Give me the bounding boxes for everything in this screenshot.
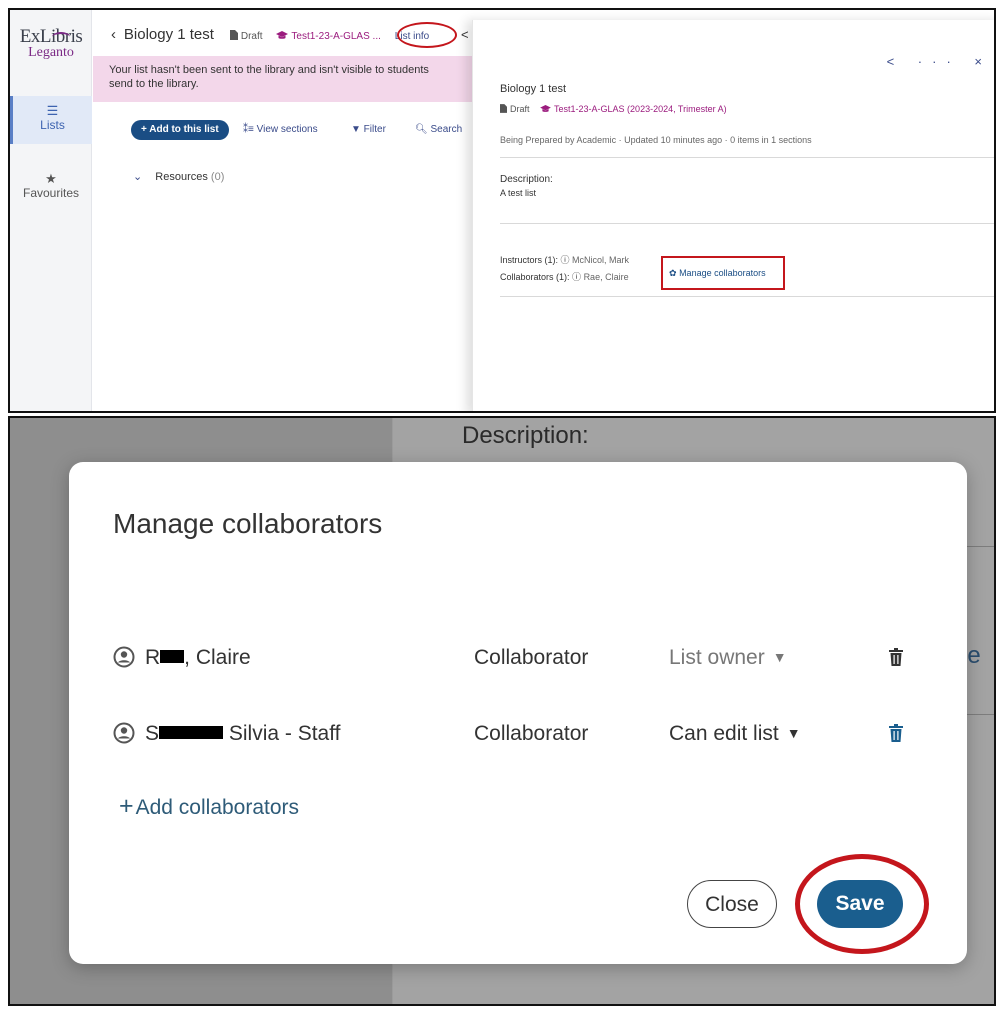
- instructors-label: Instructors (1):: [500, 255, 559, 265]
- list-info-panel: < ··· × Biology 1 test Draft Test1-23-A-…: [472, 20, 994, 411]
- caret-down-icon: ▼: [772, 649, 787, 665]
- caret-down-icon: ▼: [786, 725, 801, 741]
- sidebar-item-favourites[interactable]: ★ Favourites: [10, 166, 92, 214]
- sidebar: ExLibris Leganto ☰ Lists ★ Favourites: [10, 10, 92, 411]
- collaborator-row: R , Claire Collaborator List owner ▼: [113, 642, 933, 678]
- list-icon: ☰: [46, 103, 59, 118]
- search-button[interactable]: 🔍︎ Search: [415, 124, 462, 135]
- star-icon: ★: [45, 171, 57, 186]
- collaborator-role: Collaborator: [474, 722, 589, 745]
- section-count: (0): [210, 171, 225, 183]
- trash-icon: [889, 648, 903, 666]
- not-sent-banner: Your list hasn't been sent to the librar…: [93, 56, 478, 102]
- view-sections-button[interactable]: ⁑≡ View sections: [243, 124, 318, 135]
- course-link[interactable]: Test1-23-A-GLAS ...: [276, 31, 381, 42]
- collaborator-name: Rae, Claire: [583, 272, 629, 282]
- add-collaborators-button[interactable]: +Add collaborators: [119, 792, 299, 821]
- divider: [500, 157, 994, 158]
- name-prefix: R: [145, 646, 161, 669]
- annotation-circle-list-info: [397, 22, 457, 48]
- person-icon: [113, 722, 135, 744]
- status-badge: Draft: [229, 30, 263, 42]
- info-course-text: Test1-23-A-GLAS (2023-2024, Trimester A): [554, 104, 727, 114]
- background-description-label: Description:: [462, 422, 589, 449]
- sidebar-item-label: Lists: [40, 118, 65, 132]
- manage-collaborators-screen: Description: ge c Manage collaborators R…: [8, 416, 996, 1006]
- panel-actions[interactable]: < ··· ×: [887, 54, 992, 69]
- permission-value: List owner: [669, 646, 765, 669]
- manage-collaborators-link[interactable]: ✿ Manage collaborators: [661, 256, 785, 290]
- add-collaborators-label: Add collaborators: [135, 796, 300, 819]
- annotation-circle-save: [795, 854, 929, 954]
- list-title: Biology 1 test: [123, 26, 214, 43]
- graduation-cap-icon: [540, 105, 551, 112]
- person-icon: ⓘ: [572, 272, 584, 282]
- graduation-cap-icon: [276, 31, 289, 39]
- collaborator-name: R , Claire: [145, 646, 251, 670]
- redaction-bar: [160, 650, 185, 664]
- reading-list-area: ‹ Biology 1 test Draft Test1-23-A-GLAS .…: [93, 10, 478, 411]
- name-suffix: Silvia - Staff: [223, 722, 341, 745]
- logo-arc-icon: [52, 32, 70, 42]
- sidebar-item-lists[interactable]: ☰ Lists: [10, 96, 92, 144]
- document-icon: [500, 104, 507, 113]
- share-icon[interactable]: <: [461, 27, 469, 42]
- instructor-name: McNicol, Mark: [572, 255, 630, 265]
- back-chevron-icon[interactable]: ‹: [111, 26, 116, 43]
- banner-line-1: Your list hasn't been sent to the librar…: [109, 64, 429, 76]
- permission-dropdown[interactable]: List owner ▼: [669, 646, 787, 670]
- gear-icon: ✿: [669, 268, 677, 278]
- document-icon: [229, 30, 238, 40]
- divider: [500, 296, 994, 297]
- person-icon: ⓘ: [560, 255, 573, 265]
- trash-icon[interactable]: [889, 724, 903, 742]
- course-text: Test1-23-A-GLAS ...: [291, 31, 381, 42]
- divider: [500, 223, 994, 224]
- filter-button[interactable]: ▼ Filter: [351, 124, 386, 135]
- collaborator-role: Collaborator: [474, 646, 589, 669]
- banner-line-2: send to the library.: [109, 78, 199, 90]
- add-to-list-button[interactable]: + Add to this list: [131, 120, 229, 140]
- status-text: Draft: [240, 31, 263, 42]
- redaction-bar: [159, 726, 224, 740]
- chevron-down-icon: ⌄: [133, 171, 143, 183]
- exlibris-leganto-logo: ExLibris Leganto: [16, 26, 86, 61]
- info-meta: Being Prepared by Academic · Updated 10 …: [500, 135, 812, 145]
- collaborators-label: Collaborators (1):: [500, 272, 570, 282]
- permission-dropdown[interactable]: Can edit list ▼: [669, 722, 801, 746]
- person-icon: [113, 646, 135, 668]
- info-title: Biology 1 test: [500, 83, 567, 95]
- info-course-link[interactable]: Test1-23-A-GLAS (2023-2024, Trimester A): [540, 104, 727, 114]
- list-toolbar: + Add to this list ⁑≡ View sections ▼ Fi…: [93, 116, 478, 142]
- leganto-list-screen: ExLibris Leganto ☰ Lists ★ Favourites ‹ …: [8, 8, 996, 413]
- name-prefix: S: [145, 722, 160, 745]
- instructors-row: Instructors (1): ⓘ McNicol, Mark: [500, 253, 629, 266]
- permission-value: Can edit list: [669, 722, 779, 745]
- collaborator-name: S Silvia - Staff: [145, 722, 341, 746]
- description-text: A test list: [500, 188, 537, 198]
- collaborators-row: Collaborators (1): ⓘ Rae, Claire: [500, 270, 629, 283]
- plus-icon: +: [119, 792, 134, 820]
- section-resources[interactable]: ⌄ Resources (0): [133, 170, 224, 183]
- info-status: Draft: [510, 104, 530, 114]
- sidebar-item-label: Favourites: [22, 186, 80, 200]
- description-label: Description:: [500, 174, 553, 185]
- section-title: Resources: [155, 171, 208, 183]
- manage-collaborators-label: Manage collaborators: [679, 268, 766, 278]
- name-suffix: , Claire: [184, 646, 251, 669]
- manage-collaborators-dialog: Manage collaborators R , Claire Collabora…: [69, 462, 967, 964]
- dialog-title: Manage collaborators: [113, 508, 383, 539]
- collaborator-row: S Silvia - Staff Collaborator Can edit l…: [113, 718, 933, 754]
- list-header: ‹ Biology 1 test Draft Test1-23-A-GLAS .…: [111, 26, 429, 43]
- info-status-row: Draft Test1-23-A-GLAS (2023-2024, Trimes…: [500, 104, 727, 114]
- close-button[interactable]: Close: [687, 880, 777, 928]
